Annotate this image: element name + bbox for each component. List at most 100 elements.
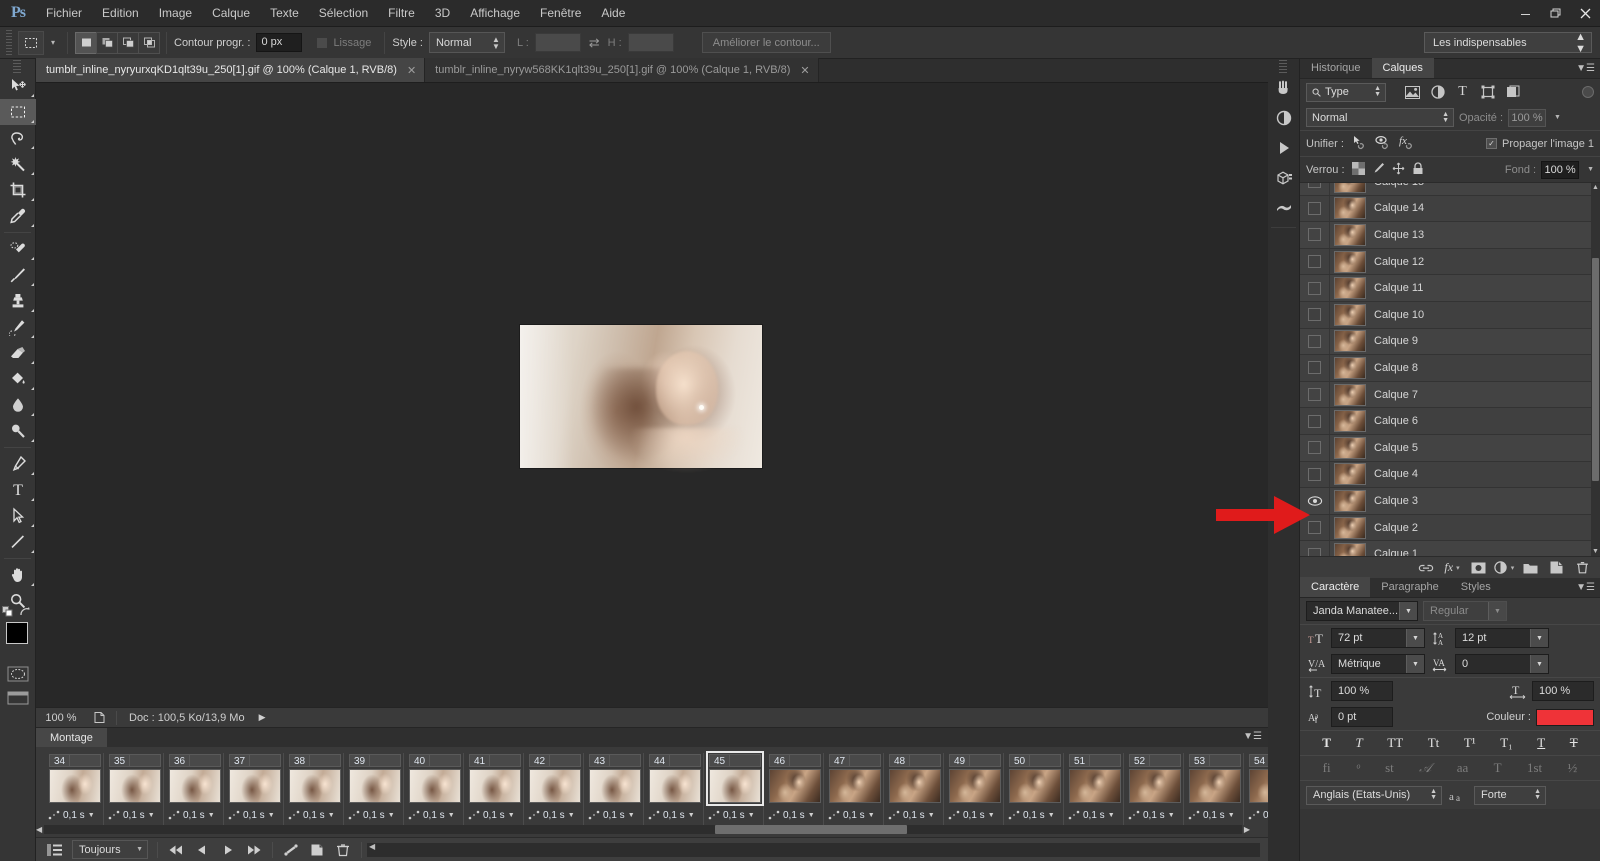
layer-thumbnail[interactable]: [1334, 356, 1366, 379]
frame-tween-icon[interactable]: [348, 810, 360, 820]
timeline-frame[interactable]: 47 0,1 s ▼: [824, 753, 884, 825]
layer-row[interactable]: Calque 11: [1300, 275, 1600, 302]
new-group-icon[interactable]: [1518, 558, 1542, 578]
lock-image-pixels-icon[interactable]: [1372, 162, 1385, 178]
chevron-down-icon[interactable]: ▼: [448, 812, 455, 819]
character-panel-menu-icon[interactable]: ▼☰: [1576, 582, 1595, 593]
timeline-frame[interactable]: 36 0,1 s ▼: [164, 753, 224, 825]
timeline-frame[interactable]: 40 0,1 s ▼: [404, 753, 464, 825]
chevron-down-icon[interactable]: ▼: [568, 812, 575, 819]
foreground-color-swatch[interactable]: [6, 622, 28, 644]
first-frame-button[interactable]: [163, 840, 189, 860]
timeline-frame[interactable]: 37 0,1 s ▼: [224, 753, 284, 825]
menu-texte[interactable]: Texte: [260, 0, 309, 27]
scroll-left-icon[interactable]: ◀: [369, 842, 375, 851]
chevron-down-icon[interactable]: ▼: [1587, 166, 1594, 173]
tab-historique[interactable]: Historique: [1300, 58, 1372, 78]
layer-row[interactable]: Calque 4: [1300, 461, 1600, 489]
menu-selection[interactable]: Sélection: [309, 0, 378, 27]
chevron-down-icon[interactable]: ▼: [1406, 629, 1424, 647]
play-button[interactable]: [215, 840, 241, 860]
layer-visibility-toggle[interactable]: [1300, 222, 1330, 248]
frame-tween-icon[interactable]: [1188, 810, 1200, 820]
layer-visibility-toggle[interactable]: [1300, 408, 1330, 434]
timeline-scrollbar-thumb[interactable]: [714, 825, 907, 834]
document-tab-inactive[interactable]: tumblr_inline_nyryw568KK1qlt39u_250[1].g…: [425, 58, 819, 82]
frame-delay[interactable]: 0,1 s▼: [348, 807, 399, 823]
adjustments-panel-icon[interactable]: [1268, 103, 1300, 133]
layer-thumbnail[interactable]: [1334, 383, 1366, 406]
layer-thumbnail[interactable]: [1334, 436, 1366, 459]
layer-thumbnail[interactable]: [1334, 250, 1366, 273]
chevron-down-icon[interactable]: ▼: [1228, 812, 1235, 819]
document-tab-active[interactable]: tumblr_inline_nyryurxqKD1qlt39u_250[1].g…: [36, 58, 426, 82]
layer-thumbnail[interactable]: [1334, 543, 1366, 556]
layer-row[interactable]: Calque 1: [1300, 541, 1600, 556]
fractions-button[interactable]: ½: [1568, 760, 1578, 776]
frame-tween-icon[interactable]: [648, 810, 660, 820]
refine-edge-button[interactable]: Améliorer le contour...: [701, 32, 831, 53]
clone-stamp-tool[interactable]: [0, 288, 36, 314]
font-style-select[interactable]: Regular ▼: [1423, 601, 1507, 621]
close-icon[interactable]: ✕: [407, 64, 416, 77]
layer-thumbnail[interactable]: [1334, 183, 1366, 193]
timeline-frame[interactable]: 42 0,1 s ▼: [524, 753, 584, 825]
document-image[interactable]: [520, 325, 762, 471]
frame-thumbnail[interactable]: [229, 769, 281, 803]
timeline-frame[interactable]: 44 0,1 s ▼: [644, 753, 704, 825]
faux-italic-button[interactable]: T: [1355, 735, 1362, 751]
close-button[interactable]: [1570, 0, 1600, 27]
frame-delay[interactable]: 0,1 s▼: [288, 807, 339, 823]
document-info-icon[interactable]: [86, 711, 112, 724]
unify-position-icon[interactable]: [1351, 135, 1369, 153]
layer-row[interactable]: Calque 9: [1300, 328, 1600, 356]
timeline-bottom-scroll[interactable]: ◀: [367, 842, 1260, 857]
superscript-button[interactable]: T¹: [1464, 735, 1476, 751]
layer-thumbnail[interactable]: [1334, 463, 1366, 486]
screen-mode-button[interactable]: [0, 686, 35, 710]
frame-tween-icon[interactable]: [408, 810, 420, 820]
tool-preset-chevron-down-icon[interactable]: ▾: [46, 31, 60, 55]
layer-visibility-toggle[interactable]: [1300, 461, 1330, 488]
chevron-down-icon[interactable]: ▼: [1554, 114, 1561, 121]
chevron-down-icon[interactable]: ▼: [1530, 655, 1548, 673]
layer-row[interactable]: Calque 5: [1300, 434, 1600, 462]
layer-thumbnail[interactable]: [1334, 516, 1366, 539]
adjustment-layer-icon[interactable]: ▾: [1492, 558, 1516, 578]
layers-scrollbar[interactable]: ▲ ▼: [1591, 183, 1600, 556]
layer-thumbnail[interactable]: [1334, 410, 1366, 433]
frame-tween-icon[interactable]: [288, 810, 300, 820]
chevron-down-icon[interactable]: ▼: [1048, 812, 1055, 819]
frame-thumbnail[interactable]: [289, 769, 341, 803]
frame-thumbnail[interactable]: [529, 769, 581, 803]
menu-fenetre[interactable]: Fenêtre: [530, 0, 591, 27]
frame-thumbnail[interactable]: [169, 769, 221, 803]
shape-layer-filter-icon[interactable]: [1475, 82, 1500, 102]
frame-delay[interactable]: 0,1 s▼: [828, 807, 879, 823]
frame-tween-icon[interactable]: [108, 810, 120, 820]
layer-style-icon[interactable]: fx ▾: [1440, 558, 1464, 578]
feather-input[interactable]: 0 px: [256, 33, 303, 52]
frame-delay[interactable]: 0,1 s▼: [588, 807, 639, 823]
duplicate-frame-button[interactable]: [304, 840, 330, 860]
swap-colors-icon[interactable]: [19, 606, 32, 622]
layer-filter-toggle[interactable]: [1582, 86, 1594, 98]
layer-row[interactable]: Calque 6: [1300, 408, 1600, 435]
brush-tool[interactable]: [0, 262, 36, 288]
leading-select[interactable]: 12 pt ▼: [1455, 628, 1549, 648]
chevron-down-icon[interactable]: ▼: [688, 812, 695, 819]
frame-thumbnail[interactable]: [649, 769, 701, 803]
brush-presets-panel-icon[interactable]: [1268, 73, 1300, 103]
crop-tool[interactable]: [0, 177, 36, 203]
chevron-down-icon[interactable]: ▼: [1406, 655, 1424, 673]
faux-bold-button[interactable]: T: [1322, 735, 1331, 751]
new-selection-button[interactable]: [75, 31, 97, 54]
dock-grip[interactable]: [1268, 59, 1299, 73]
timeline-frame[interactable]: 52 0,1 s ▼: [1124, 753, 1184, 825]
frame-delay[interactable]: 0,1 s▼: [1128, 807, 1179, 823]
frame-delay[interactable]: 0,1 s▼: [1248, 807, 1268, 823]
new-layer-icon[interactable]: [1544, 558, 1568, 578]
frame-tween-icon[interactable]: [708, 810, 720, 820]
timeline-frame[interactable]: 39 0,1 s ▼: [344, 753, 404, 825]
tools-panel-grip[interactable]: [0, 59, 35, 73]
